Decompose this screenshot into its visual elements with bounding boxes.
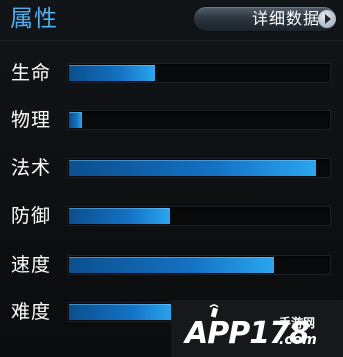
stat-label: 防御 bbox=[11, 205, 52, 227]
stat-label: 法术 bbox=[11, 157, 52, 179]
stat-label: 速度 bbox=[11, 254, 52, 276]
stat-bar-track bbox=[67, 158, 331, 178]
stat-label: 物理 bbox=[11, 109, 52, 131]
stat-row-defense: 防御 bbox=[0, 204, 343, 228]
watermark-domain: .com bbox=[279, 332, 317, 348]
stat-bar-fill bbox=[69, 112, 82, 128]
stat-bar-fill bbox=[69, 208, 170, 224]
panel-title: 属性 bbox=[10, 6, 58, 32]
stat-bar-fill bbox=[69, 304, 173, 320]
stat-row-physical: 物理 bbox=[0, 108, 343, 132]
stat-bar-fill bbox=[69, 65, 155, 81]
attributes-panel: 属性 详细数据 生命 物理 法术 防御 速度 难度 APP178 手游网 .co… bbox=[0, 0, 343, 357]
stat-label: 难度 bbox=[11, 301, 52, 323]
stat-label: 生命 bbox=[11, 62, 52, 84]
panel-header: 属性 详细数据 bbox=[0, 0, 343, 41]
watermark-sub: 手游网 bbox=[279, 316, 316, 330]
site-watermark: APP178 手游网 .com bbox=[171, 300, 343, 357]
stat-bar-fill bbox=[69, 257, 274, 273]
stat-row-hp: 生命 bbox=[0, 61, 343, 85]
stat-bar-track bbox=[67, 63, 331, 83]
stat-bar-track bbox=[67, 110, 331, 130]
detail-data-button[interactable]: 详细数据 bbox=[193, 6, 337, 32]
stat-bar-track bbox=[67, 255, 331, 275]
stat-row-magic: 法术 bbox=[0, 156, 343, 180]
stat-row-speed: 速度 bbox=[0, 253, 343, 277]
play-arrow-icon bbox=[318, 10, 336, 28]
detail-data-label: 详细数据 bbox=[252, 9, 321, 28]
stat-bar-fill bbox=[69, 160, 316, 176]
stat-bar-track bbox=[67, 206, 331, 226]
